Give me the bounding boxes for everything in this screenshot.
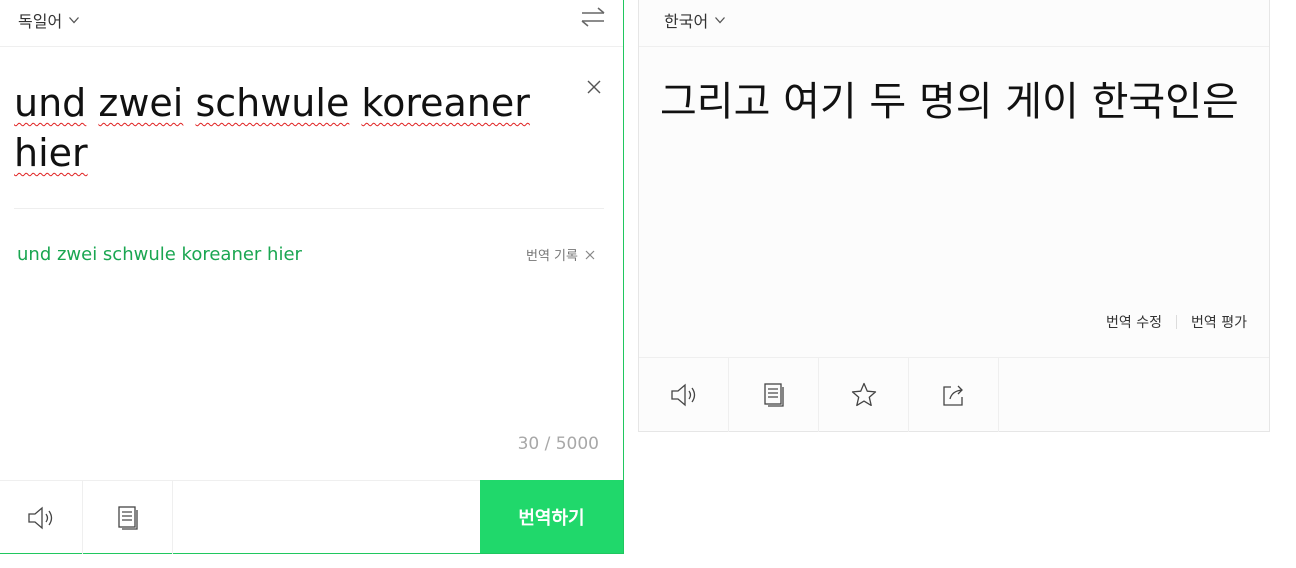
divider (1176, 315, 1178, 329)
source-text-input[interactable]: und zwei schwule koreaner hier (14, 78, 554, 178)
translation-output: 그리고 여기 두 명의 게이 한국인은 (660, 79, 1239, 125)
share-icon (942, 385, 963, 406)
close-icon[interactable] (585, 250, 595, 260)
close-icon[interactable] (585, 78, 603, 96)
divider (14, 208, 604, 209)
source-language-select[interactable]: 독일어 (18, 8, 80, 32)
translate-button[interactable]: 번역하기 (480, 480, 623, 553)
speaker-icon (28, 506, 53, 529)
star-icon (851, 382, 876, 407)
favorite-button[interactable] (819, 358, 909, 432)
translation-history: 번역 기록 (526, 245, 595, 264)
source-copy-button[interactable] (83, 481, 173, 554)
share-button[interactable] (909, 358, 999, 432)
target-panel: 한국어 그리고 여기 두 명의 게이 한국인은 번역 수정 번역 평가 (638, 0, 1270, 432)
swap-arrows-icon[interactable] (580, 6, 606, 28)
character-counter: 30 / 5000 (517, 434, 599, 454)
history-label: 번역 기록 (526, 249, 578, 264)
target-copy-button[interactable] (729, 358, 819, 432)
source-word: schwule (195, 81, 350, 125)
target-language-select[interactable]: 한국어 (664, 8, 726, 32)
target-language-label: 한국어 (664, 12, 709, 31)
source-speak-button[interactable] (0, 481, 83, 554)
source-header: 독일어 (0, 0, 623, 47)
source-word: hier (14, 131, 88, 175)
source-language-label: 독일어 (18, 12, 63, 31)
speaker-icon (670, 383, 695, 407)
source-word: und (14, 81, 87, 125)
target-footer (639, 357, 1269, 432)
copy-icon (763, 383, 784, 407)
target-speak-button[interactable] (639, 358, 729, 432)
source-word: zwei (98, 81, 184, 125)
suggestion-link[interactable]: und zwei schwule koreaner hier (17, 244, 302, 265)
source-panel: 독일어 und zwei schwule koreaner hier und z… (0, 0, 624, 554)
edit-translation-link[interactable]: 번역 수정 (1106, 312, 1162, 332)
chevron-down-icon (715, 17, 726, 24)
source-word: koreaner (361, 81, 530, 125)
translation-actions: 번역 수정 번역 평가 (1106, 312, 1247, 332)
rate-translation-link[interactable]: 번역 평가 (1191, 312, 1247, 332)
chevron-down-icon (69, 17, 80, 24)
target-header: 한국어 (639, 0, 1269, 47)
copy-icon (117, 505, 138, 530)
translator: 독일어 und zwei schwule koreaner hier und z… (0, 0, 1296, 568)
